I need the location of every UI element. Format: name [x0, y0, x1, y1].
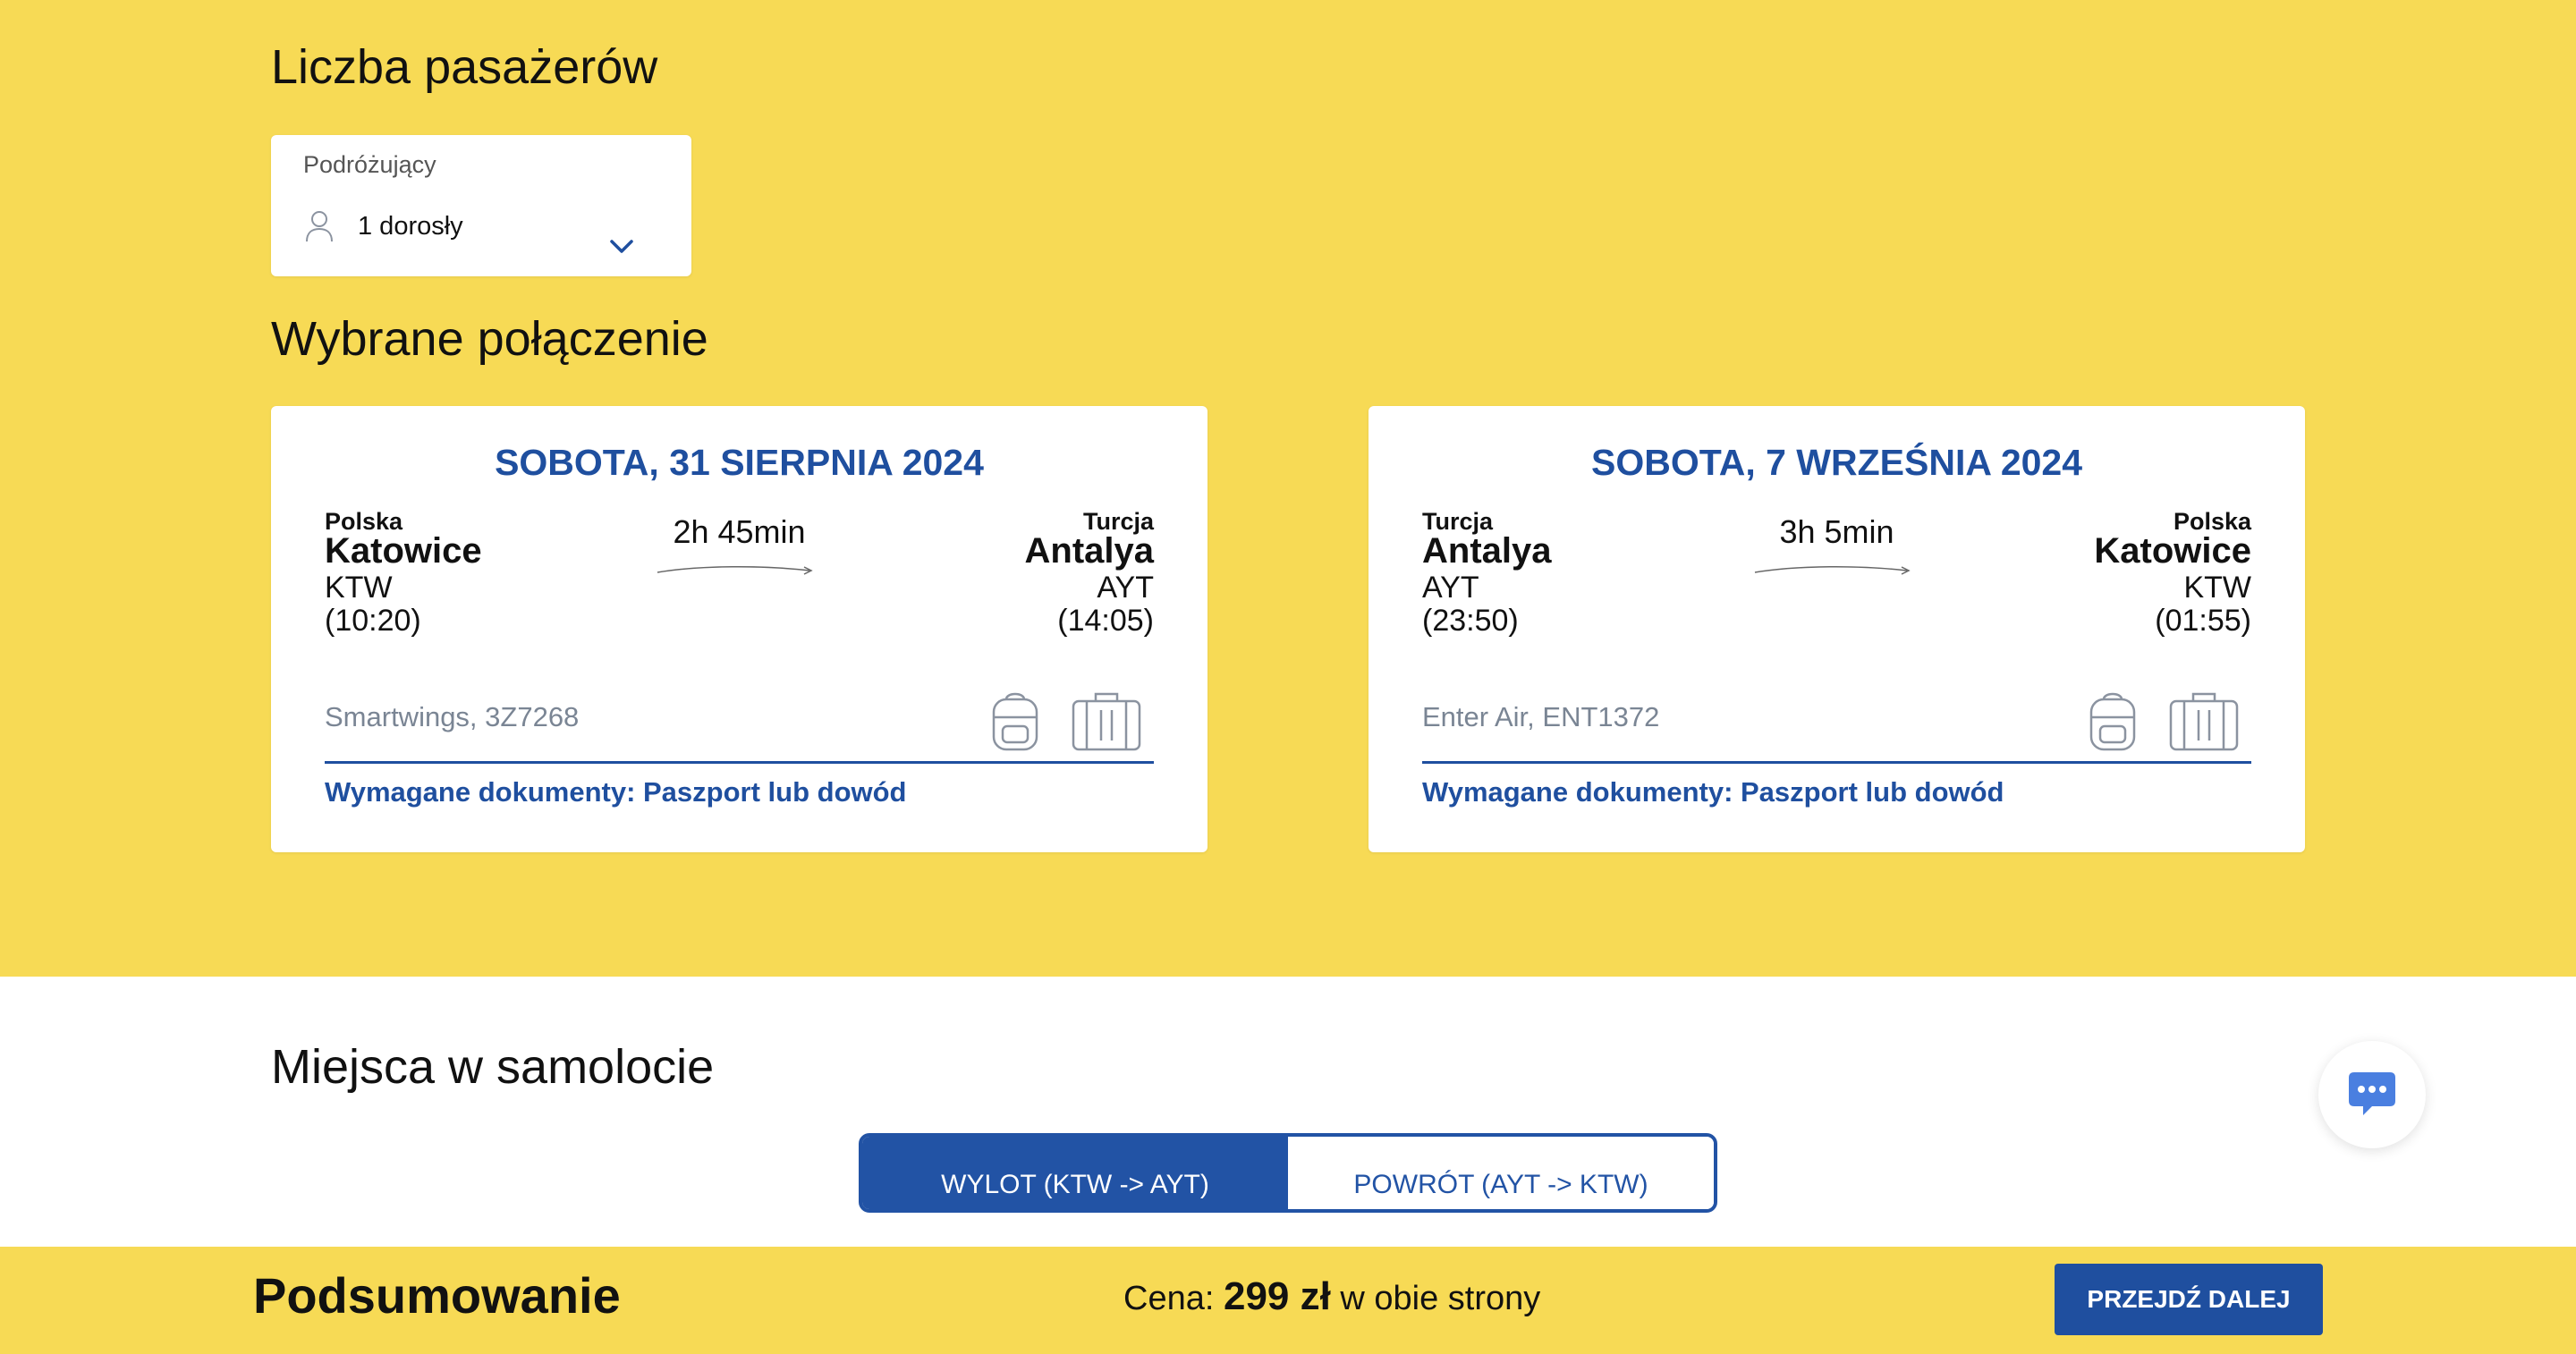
- passengers-section-title: Liczba pasażerów: [271, 40, 658, 94]
- summary-title: Podsumowanie: [253, 1267, 621, 1324]
- seats-section-title: Miejsca w samolocie: [271, 1040, 715, 1094]
- person-icon: [306, 211, 333, 242]
- flight-direction-toggle: WYLOT (KTW -> AYT) POWRÓT (AYT -> KTW): [859, 1133, 1717, 1213]
- card-divider: [325, 761, 1154, 764]
- flight-date: SOBOTA, 31 SIERPNIA 2024: [495, 442, 984, 483]
- required-documents: Wymagane dokumenty: Paszport lub dowód: [1422, 776, 2004, 808]
- destination-city: Antalya: [1024, 531, 1155, 571]
- backpack-icon: [2089, 692, 2136, 751]
- chat-button[interactable]: [2318, 1041, 2426, 1148]
- destination-city: Katowice: [2094, 531, 2251, 571]
- departure-time: (10:20): [325, 604, 421, 638]
- backpack-icon: [992, 692, 1038, 751]
- selected-connection-title: Wybrane połączenie: [271, 312, 708, 366]
- flight-card-outbound: SOBOTA, 31 SIERPNIA 2024 Polska Katowice…: [271, 406, 1208, 852]
- arrival-time: (01:55): [2155, 604, 2251, 638]
- route-arrow-icon: [657, 565, 813, 575]
- price-value: 299 zł: [1223, 1274, 1331, 1318]
- passengers-dropdown[interactable]: Podróżujący 1 dorosły: [271, 135, 691, 276]
- arrival-time: (14:05): [1057, 604, 1154, 638]
- price-prefix: Cena:: [1123, 1280, 1215, 1317]
- price-summary: Cena: 299 zł w obie strony: [1123, 1274, 1540, 1319]
- airline-flight-number: Smartwings, 3Z7268: [325, 701, 580, 732]
- suitcase-icon: [1072, 692, 1141, 751]
- required-documents: Wymagane dokumenty: Paszport lub dowód: [325, 776, 907, 808]
- passengers-value: 1 dorosły: [358, 212, 463, 241]
- flight-date: SOBOTA, 7 WRZEŚNIA 2024: [1590, 442, 2083, 483]
- origin-code: KTW: [325, 571, 393, 605]
- origin-code: AYT: [1422, 571, 1479, 605]
- tab-return[interactable]: POWRÓT (AYT -> KTW): [1288, 1137, 1714, 1209]
- airline-flight-number: Enter Air, ENT1372: [1422, 701, 1660, 732]
- flight-card-return: SOBOTA, 7 WRZEŚNIA 2024 Turcja Antalya A…: [1368, 406, 2305, 852]
- next-button[interactable]: PRZEJDŹ DALEJ: [2055, 1264, 2323, 1335]
- destination-code: KTW: [2183, 571, 2251, 605]
- tab-outbound[interactable]: WYLOT (KTW -> AYT): [862, 1137, 1288, 1209]
- card-divider: [1422, 761, 2251, 764]
- chevron-down-icon[interactable]: [609, 239, 634, 255]
- suitcase-icon: [2169, 692, 2239, 751]
- departure-time: (23:50): [1422, 604, 1519, 638]
- route-arrow-icon: [1754, 565, 1911, 575]
- destination-code: AYT: [1097, 571, 1154, 605]
- passengers-field-label: Podróżujący: [303, 151, 436, 178]
- price-suffix: w obie strony: [1340, 1280, 1541, 1317]
- chat-icon: [2349, 1072, 2395, 1115]
